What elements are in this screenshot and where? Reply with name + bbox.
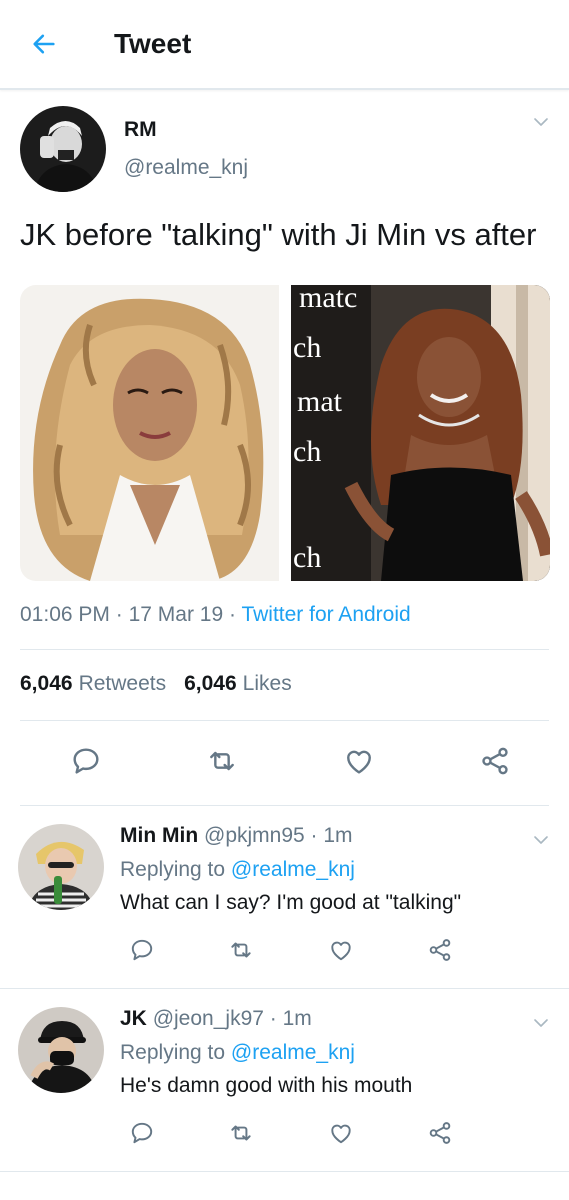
chevron-down-icon (534, 1019, 548, 1027)
reply-author-name[interactable]: JK (120, 1007, 147, 1030)
reply-button[interactable] (124, 932, 160, 968)
reply-text: What can I say? I'm good at "talking" (120, 891, 462, 914)
like-button[interactable] (323, 932, 359, 968)
backdrop-text-5: ch (293, 541, 322, 574)
share-button[interactable] (477, 743, 513, 779)
tweet-text: JK before "talking" with Ji Min vs after (20, 217, 537, 252)
reply-body: Min Min @pkjmn95 · 1m Replying to @realm… (120, 822, 549, 988)
likes-stat[interactable]: 6,046 Likes (184, 672, 292, 696)
reply-author-handle[interactable]: @jeon_jk97 (153, 1007, 264, 1030)
reply-actions (120, 1101, 480, 1171)
reply-time: · 1m (269, 1007, 312, 1030)
retweet-button[interactable] (223, 1115, 259, 1151)
replying-to-label: Replying to (120, 858, 226, 881)
reply-header: JK @jeon_jk97 · 1m (120, 1005, 549, 1033)
tweet-options-button[interactable] (529, 110, 553, 134)
back-button[interactable] (14, 14, 74, 74)
main-tweet: RM @realme_knj JK before "talking" with … (0, 90, 569, 806)
likes-label: Likes (242, 672, 292, 695)
media-grid: matc ch mat ch ch (20, 285, 550, 581)
replying-to-line: Replying to @realme_knj (120, 856, 549, 884)
retweet-icon (231, 942, 251, 958)
tweet-photo-2[interactable]: matc ch mat ch ch (291, 285, 550, 581)
reply-time: · 1m (310, 824, 353, 847)
avatar[interactable] (18, 1007, 104, 1093)
reply-button[interactable] (68, 743, 104, 779)
heart-icon (346, 750, 371, 774)
reply-options-button[interactable] (529, 828, 553, 852)
reply-text: He's damn good with his mouth (120, 1074, 413, 1097)
reply-mention-link[interactable]: @realme_knj (231, 858, 355, 881)
retweet-button[interactable] (223, 932, 259, 968)
retweets-count: 6,046 (20, 672, 73, 695)
backdrop-text-4: ch (293, 435, 322, 468)
reply-icon (73, 748, 99, 774)
photo-woman-black-dress (291, 285, 550, 581)
heart-icon (331, 941, 351, 961)
reply-actions (120, 918, 480, 988)
author-row: RM @realme_knj (20, 106, 549, 192)
separator: · (228, 603, 236, 626)
likes-count: 6,046 (184, 672, 237, 695)
share-icon (429, 939, 451, 961)
chevron-down-icon (534, 836, 548, 844)
chevron-down-icon (534, 118, 548, 126)
reply-header: Min Min @pkjmn95 · 1m (120, 822, 549, 850)
page-title: Tweet (114, 28, 192, 59)
tweet-photo-1[interactable] (20, 285, 279, 581)
replying-to-line: Replying to @realme_knj (120, 1039, 549, 1067)
tweet-timestamp-line: 01:06 PM · 17 Mar 19 · Twitter for Andro… (20, 603, 549, 650)
author-handle[interactable]: @realme_knj (124, 156, 248, 180)
top-app-bar: Tweet (0, 0, 569, 90)
replying-to-label: Replying to (120, 1041, 226, 1064)
retweets-label: Retweets (78, 672, 167, 695)
reply-button[interactable] (124, 1115, 160, 1151)
tweet-date: 17 Mar 19 (128, 603, 224, 626)
share-button[interactable] (422, 932, 458, 968)
reply-icon (131, 939, 153, 961)
reply-author-name[interactable]: Min Min (120, 824, 198, 847)
reply-icon (131, 1122, 153, 1144)
author-name[interactable]: RM (124, 118, 248, 142)
tweet-detail-screen: Tweet RM @realme_knj JK before "talking"… (0, 0, 569, 1200)
reply-tweet[interactable]: JK @jeon_jk97 · 1m Replying to @realme_k… (0, 989, 569, 1172)
retweet-icon (231, 1125, 251, 1141)
share-button[interactable] (422, 1115, 458, 1151)
share-icon (429, 1122, 451, 1144)
reply-options-button[interactable] (529, 1011, 553, 1035)
tweet-source-link[interactable]: Twitter for Android (241, 603, 410, 626)
retweets-stat[interactable]: 6,046 Retweets (20, 672, 166, 696)
avatar-image (18, 824, 104, 910)
like-button[interactable] (341, 743, 377, 779)
share-icon (482, 747, 508, 775)
backdrop-text-2: ch (293, 331, 322, 364)
separator: · (115, 603, 123, 626)
photo-woman-blonde (20, 285, 279, 581)
avatar-image (18, 1007, 104, 1093)
reply-body: JK @jeon_jk97 · 1m Replying to @realme_k… (120, 1005, 549, 1171)
heart-icon (331, 1124, 351, 1144)
retweet-button[interactable] (204, 743, 240, 779)
author-meta: RM @realme_knj (124, 106, 248, 180)
tweet-stats: 6,046 Retweets 6,046 Likes (20, 650, 549, 721)
reply-mention-link[interactable]: @realme_knj (231, 1041, 355, 1064)
arrow-left-icon (33, 34, 55, 54)
backdrop-text-1: matc (299, 285, 358, 314)
tweet-actions (20, 721, 549, 806)
backdrop-text-3: mat (297, 385, 342, 418)
retweet-icon (210, 751, 235, 771)
avatar-image (20, 106, 106, 192)
like-button[interactable] (323, 1115, 359, 1151)
avatar[interactable] (20, 106, 106, 192)
reply-author-handle[interactable]: @pkjmn95 (204, 824, 305, 847)
tweet-time: 01:06 PM (20, 603, 110, 626)
avatar[interactable] (18, 824, 104, 910)
reply-tweet[interactable]: Min Min @pkjmn95 · 1m Replying to @realm… (0, 806, 569, 989)
